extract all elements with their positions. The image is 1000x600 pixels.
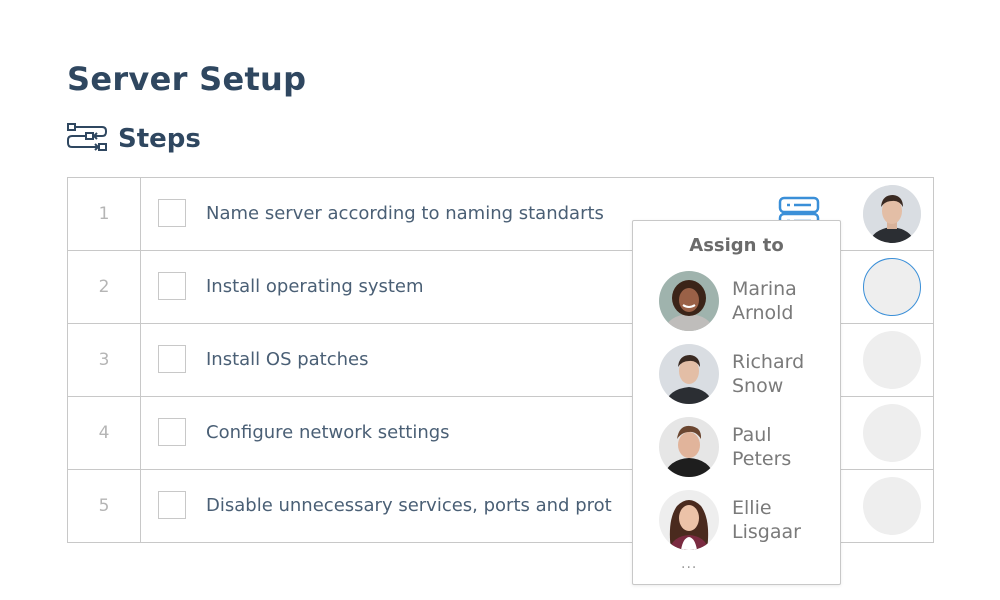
assignee-avatar[interactable] <box>863 185 921 243</box>
person-last-name: Snow <box>732 375 784 397</box>
assign-popover: Assign to Marina Arnold Richard Snow Pau… <box>632 220 841 585</box>
avatar <box>659 417 719 477</box>
assignee-option[interactable]: Marina Arnold <box>659 271 797 331</box>
person-last-name: Lisgaar <box>732 521 801 543</box>
person-first-name: Richard <box>732 351 805 373</box>
more-options-indicator[interactable]: ... <box>681 556 697 572</box>
assignee-option[interactable]: Richard Snow <box>659 344 804 404</box>
step-checkbox[interactable] <box>158 345 186 373</box>
step-label[interactable]: Install OS patches <box>206 324 369 396</box>
assignee-slot[interactable] <box>863 477 921 535</box>
popover-title: Assign to <box>689 235 784 256</box>
assignee-option[interactable]: Ellie Lisgaar <box>659 490 801 550</box>
step-checkbox[interactable] <box>158 272 186 300</box>
assignee-slot[interactable] <box>863 331 921 389</box>
step-checkbox[interactable] <box>158 491 186 519</box>
step-label[interactable]: Configure network settings <box>206 397 450 469</box>
step-number: 3 <box>68 324 141 396</box>
avatar <box>659 344 719 404</box>
step-number: 4 <box>68 397 141 469</box>
page-title: Server Setup <box>67 60 307 98</box>
assignee-slot-active[interactable] <box>863 258 921 316</box>
step-label[interactable]: Install operating system <box>206 251 424 323</box>
person-first-name: Marina <box>732 278 797 300</box>
step-number: 1 <box>68 178 141 250</box>
person-last-name: Arnold <box>732 302 794 324</box>
step-number: 2 <box>68 251 141 323</box>
avatar <box>659 490 719 550</box>
section-header: Steps <box>66 122 201 156</box>
step-label[interactable]: Name server according to naming standart… <box>206 178 604 250</box>
step-checkbox[interactable] <box>158 418 186 446</box>
avatar <box>659 271 719 331</box>
step-checkbox[interactable] <box>158 199 186 227</box>
section-title: Steps <box>118 124 201 154</box>
assignee-option[interactable]: Paul Peters <box>659 417 791 477</box>
person-last-name: Peters <box>732 448 792 470</box>
step-number: 5 <box>68 470 141 542</box>
assignee-slot[interactable] <box>863 404 921 462</box>
workflow-steps-icon <box>66 122 108 156</box>
step-label[interactable]: Disable unnecessary services, ports and … <box>206 470 612 542</box>
person-first-name: Paul <box>732 424 772 446</box>
person-first-name: Ellie <box>732 497 772 519</box>
